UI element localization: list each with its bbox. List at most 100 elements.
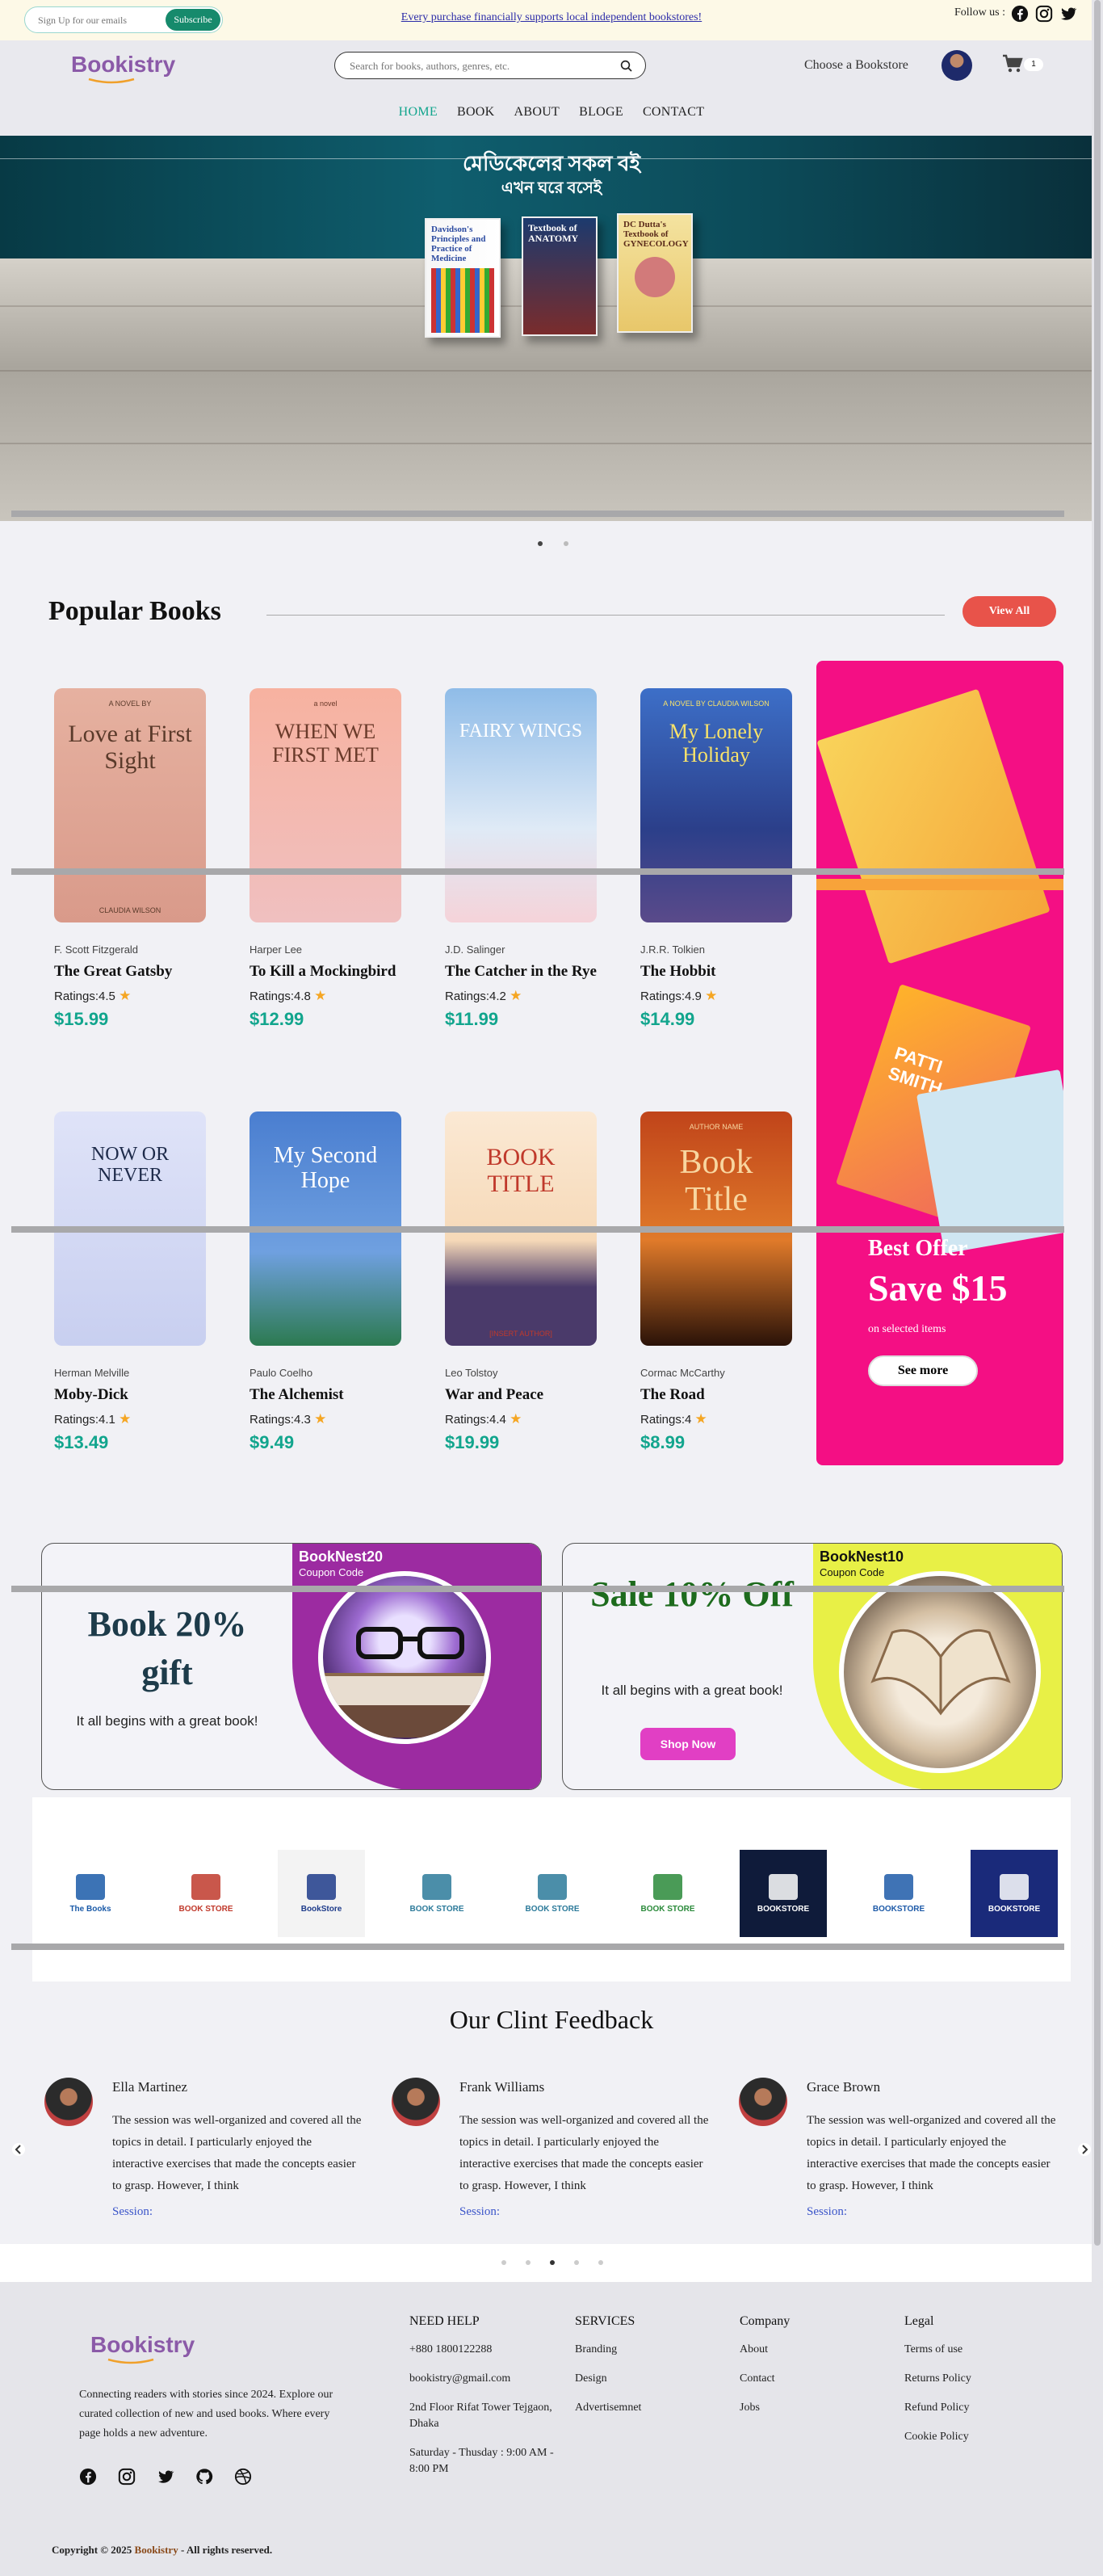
choose-bookstore-link[interactable]: Choose a Bookstore (804, 58, 908, 73)
site-header: Bookistry Choose a Bookstore 1 HOME BOOK… (0, 40, 1103, 136)
session-link[interactable]: Session: (459, 2205, 500, 2219)
instagram-icon[interactable] (1035, 5, 1053, 23)
book-title[interactable]: The Alchemist (250, 1384, 411, 1406)
hero-carousel-dot[interactable] (564, 541, 568, 546)
book-title[interactable]: The Catcher in the Rye (445, 960, 606, 983)
rating-label: Ratings: (250, 990, 295, 1003)
book-title[interactable]: The Hobbit (640, 960, 802, 983)
feedback-title: Our Clint Feedback (449, 2005, 654, 2034)
feedback-dot[interactable] (574, 2260, 579, 2265)
section-scrollbar[interactable] (11, 1944, 1064, 1950)
cover-kicker: A NOVEL BY CLAUDIA WILSON (663, 700, 770, 708)
footer-link[interactable]: About (740, 2342, 877, 2358)
coupon-card[interactable]: BookNest10 Coupon Code Sale 10% Off It a… (562, 1543, 1063, 1790)
book-cover[interactable]: a novel WHEN WE FIRST MET (250, 688, 401, 922)
cover-title: My Lonely Holiday (669, 720, 764, 767)
feedback-dot[interactable] (501, 2260, 506, 2265)
footer-link[interactable]: Cookie Policy (904, 2429, 1042, 2445)
hero-scrollbar[interactable] (11, 511, 1064, 517)
feedback-dot[interactable] (550, 2260, 555, 2265)
feedback-dot[interactable] (598, 2260, 603, 2265)
footer-link[interactable]: Refund Policy (904, 2400, 1042, 2416)
view-all-button[interactable]: View All (963, 596, 1056, 627)
site-logo[interactable]: Bookistry (71, 52, 175, 84)
hero-carousel-dot[interactable] (538, 541, 543, 546)
search-input[interactable] (350, 60, 592, 73)
section-scrollbar[interactable] (11, 1586, 1064, 1592)
book-cover[interactable]: FAIRY WINGS (445, 688, 597, 922)
dribbble-icon[interactable] (234, 2468, 252, 2486)
brand-logo[interactable]: BookStore (278, 1850, 365, 1937)
section-scrollbar[interactable] (11, 868, 1064, 875)
section-scrollbar[interactable] (11, 1226, 1064, 1233)
book-title[interactable]: Moby-Dick (54, 1384, 216, 1406)
book-card[interactable]: A NOVEL BY CLAUDIA WILSON My Lonely Holid… (640, 688, 818, 1030)
cover-kicker: a novel (313, 700, 338, 708)
book-cover[interactable]: A NOVEL BY CLAUDIA WILSON My Lonely Holid… (640, 688, 792, 922)
facebook-icon[interactable] (1011, 5, 1029, 23)
footer-link[interactable]: Design (575, 2371, 712, 2387)
footer-link[interactable]: Jobs (740, 2400, 877, 2416)
session-link[interactable]: Session: (112, 2205, 153, 2219)
book-card[interactable]: FAIRY WINGS J.D. Salinger The Catcher in t… (445, 688, 623, 1030)
book-price: $14.99 (640, 1009, 695, 1029)
instagram-icon[interactable] (118, 2468, 136, 2486)
twitter-icon[interactable] (1059, 5, 1077, 23)
brand-logo[interactable]: BOOK STORE (162, 1850, 250, 1937)
facebook-icon[interactable] (79, 2468, 97, 2486)
book-title[interactable]: The Great Gatsby (54, 960, 216, 983)
reviewer-name: Ella Martinez (112, 2079, 187, 2095)
book-card[interactable]: a novel WHEN WE FIRST MET Harper Lee To Kil… (250, 688, 427, 1030)
nav-home[interactable]: HOME (399, 105, 438, 120)
book-card[interactable]: BOOK TITLE [INSERT AUTHOR] Leo Tolstoy War … (445, 1112, 623, 1453)
promo-link[interactable]: Every purchase financially supports loca… (0, 11, 1103, 24)
book-card[interactable]: My Second Hope Paulo Coelho The Alchemist R… (250, 1112, 427, 1453)
chevron-right-icon[interactable] (1077, 2142, 1092, 2157)
user-avatar[interactable] (942, 50, 972, 81)
brand-logo[interactable]: BOOK STORE (509, 1850, 596, 1937)
page-scrollbar-thumb[interactable] (1094, 0, 1101, 2246)
nav-book[interactable]: BOOK (457, 105, 495, 120)
review-text: The session was well-organized and cover… (807, 2114, 1056, 2192)
footer-link[interactable]: Terms of use (904, 2342, 1042, 2358)
github-icon[interactable] (195, 2468, 213, 2486)
footer-link[interactable]: Branding (575, 2342, 712, 2358)
book-card[interactable]: NOW OR NEVER Herman Melville Moby-Dick Rati… (54, 1112, 232, 1453)
footer-link[interactable]: Contact (740, 2371, 877, 2387)
chevron-left-icon[interactable] (11, 2142, 26, 2157)
brand-logo[interactable]: The Books (47, 1850, 134, 1937)
shop-now-button[interactable]: Shop Now (640, 1728, 736, 1760)
book-title[interactable]: To Kill a Mockingbird (250, 960, 411, 983)
brand-logo[interactable]: BOOK STORE (393, 1850, 480, 1937)
twitter-icon[interactable] (157, 2468, 174, 2486)
page-scrollbar-track[interactable] (1092, 0, 1103, 2576)
session-link[interactable]: Session: (807, 2205, 847, 2219)
book-title[interactable]: The Road (640, 1384, 802, 1406)
see-more-button[interactable]: See more (868, 1355, 978, 1386)
brand-logo[interactable]: BOOKSTORE (855, 1850, 942, 1937)
footer-link[interactable]: Returns Policy (904, 2371, 1042, 2387)
brand-logo[interactable]: BOOKSTORE (740, 1850, 827, 1937)
cover-kicker: A NOVEL BY (108, 700, 152, 708)
feedback-dot[interactable] (526, 2260, 531, 2265)
coupon-book-stack (323, 1705, 486, 1738)
brand-logo[interactable]: BOOKSTORE (971, 1850, 1058, 1937)
coupon-card[interactable]: BookNest20 Coupon Code Book 20% gift It … (41, 1543, 542, 1790)
book-logo-icon (307, 1873, 336, 1900)
offer-label: Best Offer (868, 1236, 968, 1261)
book-author: Cormac McCarthy (640, 1367, 725, 1379)
book-title[interactable]: War and Peace (445, 1384, 606, 1406)
book-cover[interactable]: A NOVEL BY Love at First Sight CLAUDIA WIL… (54, 688, 206, 922)
search-icon[interactable] (619, 59, 634, 74)
book-card[interactable]: A NOVEL BY Love at First Sight CLAUDIA WIL… (54, 688, 232, 1030)
cart-icon[interactable] (1001, 53, 1024, 74)
hero-banner: মেডিকেলের সকল বই এখন ঘরে বসেই Davidson's… (0, 136, 1103, 521)
nav-bloge[interactable]: BLOGE (579, 105, 623, 120)
nav-about[interactable]: ABOUT (514, 105, 560, 120)
footer-link[interactable]: Advertisemnet (575, 2400, 712, 2416)
copyright-brand[interactable]: Bookistry (135, 2544, 178, 2556)
footer-logo[interactable]: Bookistry (90, 2332, 195, 2364)
brand-logo[interactable]: BOOK STORE (624, 1850, 711, 1937)
nav-contact[interactable]: CONTACT (643, 105, 704, 120)
book-card[interactable]: AUTHOR NAME Book Title Cormac McCarthy The … (640, 1112, 818, 1453)
